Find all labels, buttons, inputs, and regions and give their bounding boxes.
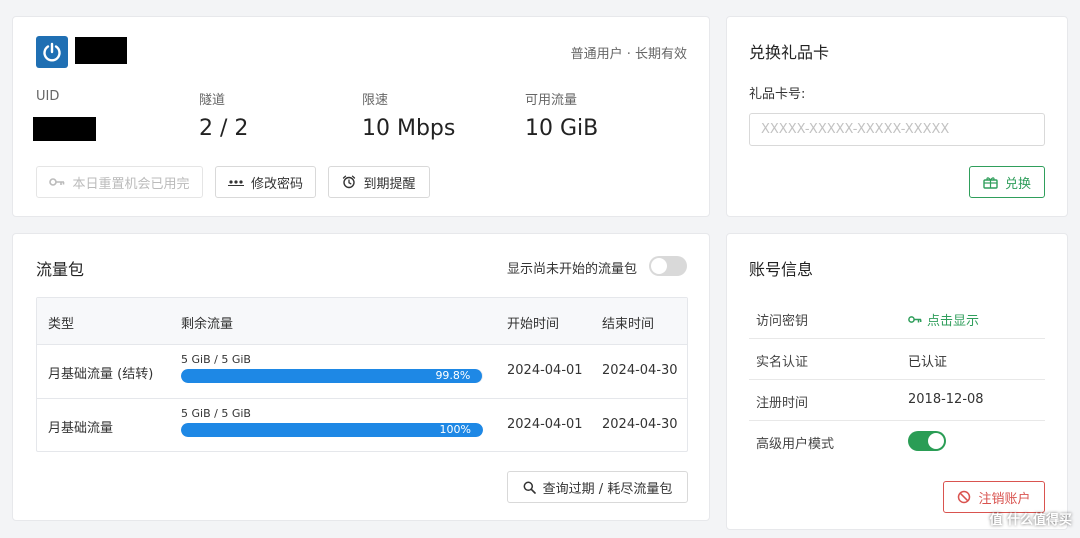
- row-type: 月基础流量 (结转): [48, 367, 154, 382]
- row-type: 月基础流量: [48, 421, 114, 436]
- table-row: 月基础流量 (结转) 5 GiB / 5 GiB 99.8% 2024-04-0…: [37, 345, 687, 399]
- row-start: 2024-04-01: [507, 417, 583, 432]
- show-access-key-label: 点击显示: [927, 314, 980, 329]
- search-icon: [523, 481, 536, 494]
- redeem-button-label: 兑换: [1004, 176, 1031, 192]
- account-row-access-key: 访问密钥 点击显示: [749, 298, 1045, 339]
- row-remaining: 5 GiB / 5 GiB: [181, 353, 251, 366]
- traffic-table: 类型 剩余流量 开始时间 结束时间 月基础流量 (结转) 5 GiB / 5 G…: [36, 297, 688, 452]
- gift-card-input[interactable]: [749, 113, 1045, 146]
- redacted-username: [75, 37, 127, 64]
- progress-bar-fill: 100%: [181, 423, 483, 437]
- progress-percent: 99.8%: [435, 369, 471, 382]
- ban-icon: [958, 490, 971, 504]
- show-pending-toggle[interactable]: [649, 256, 687, 276]
- toggle-knob: [928, 433, 944, 449]
- access-key-label: 访问密钥: [756, 314, 809, 329]
- account-row-registered: 注册时间 2018-12-08: [749, 380, 1045, 421]
- stat-tunnels-label: 隧道: [199, 93, 226, 108]
- redacted-uid-value: [33, 117, 96, 141]
- gift-card-field-label: 礼品卡号:: [749, 87, 806, 102]
- advanced-mode-label: 高级用户模式: [756, 437, 835, 452]
- change-password-label: 修改密码: [250, 176, 303, 192]
- cancel-account-label: 注销账户: [978, 491, 1031, 507]
- col-end: 结束时间: [602, 317, 655, 332]
- expiry-reminder-button[interactable]: 到期提醒: [328, 166, 430, 198]
- account-row-advanced-mode: 高级用户模式: [749, 421, 1045, 462]
- row-start: 2024-04-01: [507, 363, 583, 378]
- progress-bar: 99.8%: [181, 369, 483, 383]
- reset-button[interactable]: 本日重置机会已用完: [36, 166, 203, 198]
- row-remaining: 5 GiB / 5 GiB: [181, 407, 251, 420]
- watermark-text: 值 什么值得买: [989, 513, 1072, 528]
- traffic-packages-card: 流量包 显示尚未开始的流量包 类型 剩余流量 开始时间 结束时间 月基础流量 (…: [12, 233, 710, 521]
- registered-value: 2018-12-08: [908, 392, 984, 407]
- gift-icon: [983, 176, 998, 189]
- query-expired-label: 查询过期 / 耗尽流量包: [542, 481, 673, 497]
- toggle-knob: [651, 258, 667, 274]
- account-info-card: 账号信息 访问密钥 点击显示 实名认证 已认证 注册时间 2018-12-08 …: [726, 233, 1068, 530]
- watermark: 值 什么值得买: [989, 509, 1072, 528]
- redeem-button[interactable]: 兑换: [969, 166, 1045, 198]
- gift-card-title: 兑换礼品卡: [749, 43, 830, 62]
- registered-label: 注册时间: [756, 396, 809, 411]
- verification-value: 已认证: [908, 355, 948, 370]
- traffic-title: 流量包: [36, 260, 85, 279]
- col-start: 开始时间: [507, 317, 560, 332]
- row-end: 2024-04-30: [602, 363, 678, 378]
- gift-card-panel: 兑换礼品卡 礼品卡号: 兑换: [726, 16, 1068, 217]
- show-pending-label: 显示尚未开始的流量包: [507, 262, 638, 277]
- stat-speed-value: 10 Mbps: [362, 116, 456, 141]
- key-icon: [908, 316, 922, 323]
- stat-traffic-label: 可用流量: [525, 93, 578, 108]
- col-type: 类型: [48, 317, 75, 332]
- password-dots-icon: [227, 180, 244, 186]
- reset-button-label: 本日重置机会已用完: [72, 176, 190, 192]
- stat-uid-label: UID: [36, 89, 60, 104]
- alarm-clock-icon: [343, 175, 356, 189]
- progress-bar-fill: 99.8%: [181, 369, 483, 383]
- user-type-label: 普通用户 · 长期有效: [570, 47, 687, 62]
- row-end: 2024-04-30: [602, 417, 678, 432]
- col-remaining: 剩余流量: [181, 317, 234, 332]
- account-row-verification: 实名认证 已认证: [749, 339, 1045, 380]
- expiry-reminder-label: 到期提醒: [363, 176, 416, 192]
- stat-speed-label: 限速: [362, 93, 389, 108]
- key-icon: [49, 178, 65, 186]
- advanced-mode-toggle[interactable]: [908, 431, 946, 451]
- stat-tunnels-value: 2 / 2: [199, 116, 249, 141]
- stat-traffic-value: 10 GiB: [525, 116, 599, 141]
- power-icon: [36, 36, 68, 68]
- table-row: 月基础流量 5 GiB / 5 GiB 100% 2024-04-01 2024…: [37, 399, 687, 453]
- verification-label: 实名认证: [756, 355, 809, 370]
- account-title: 账号信息: [749, 260, 814, 279]
- table-header: 类型 剩余流量 开始时间 结束时间: [37, 298, 687, 345]
- change-password-button[interactable]: 修改密码: [215, 166, 316, 198]
- query-expired-button[interactable]: 查询过期 / 耗尽流量包: [507, 471, 688, 503]
- show-access-key-link[interactable]: 点击显示: [908, 310, 979, 329]
- progress-percent: 100%: [439, 423, 471, 436]
- user-card: 普通用户 · 长期有效 UID 隧道 2 / 2 限速 10 Mbps 可用流量…: [12, 16, 710, 217]
- progress-bar: 100%: [181, 423, 483, 437]
